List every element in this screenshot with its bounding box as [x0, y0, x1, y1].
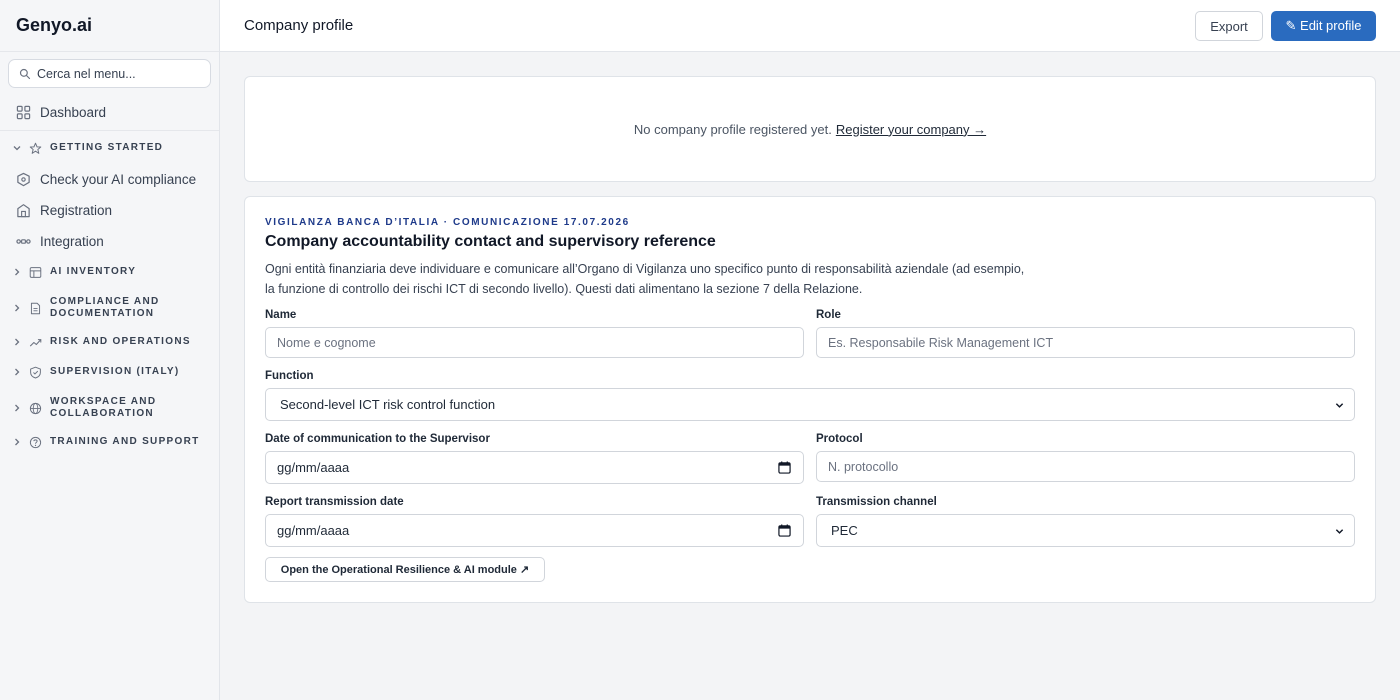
chevron-down-icon — [1335, 403, 1344, 408]
section-label: TRAINING AND SUPPORT — [50, 436, 200, 447]
chevron-down-icon — [1335, 529, 1344, 534]
sidebar-item-dashboard[interactable]: Dashboard — [0, 99, 219, 125]
menu-search[interactable] — [8, 59, 211, 88]
function-label: Function — [265, 370, 314, 382]
name-label: Name — [265, 309, 297, 321]
chevron-right-icon — [15, 404, 20, 412]
sidebar-item-label: Check your AI compliance — [40, 171, 197, 187]
brand-logo[interactable]: Genyo.ai — [0, 0, 219, 52]
transmission-channel-select[interactable]: PEC — [816, 514, 1355, 547]
star-icon — [29, 142, 42, 154]
export-button[interactable]: Export — [1195, 11, 1263, 41]
dashboard-grid-icon — [16, 105, 31, 119]
sidebar-divider — [0, 130, 219, 131]
section-label: SUPERVISION (ITALY) — [50, 366, 180, 377]
integration-link-icon — [16, 238, 31, 244]
chevron-down-icon — [13, 146, 21, 151]
sidebar-item-integration[interactable]: Integration — [0, 228, 219, 254]
sidebar-item-label: Dashboard — [40, 104, 107, 120]
sidebar: Genyo.ai Dashboard GETTING STARTED Check… — [0, 0, 220, 700]
help-icon — [29, 436, 42, 448]
section-supervision-italy[interactable]: SUPERVISION (ITALY) — [0, 365, 219, 379]
card-eyebrow: VIGILANZA BANCA D’ITALIA · COMUNICAZIONE… — [265, 217, 630, 228]
section-label: GETTING STARTED — [50, 142, 164, 153]
register-company-link[interactable]: Register your company → — [836, 122, 986, 137]
section-getting-started[interactable]: GETTING STARTED — [0, 141, 219, 155]
main-content: No company profile registered yet. Regis… — [220, 52, 1400, 700]
search-icon — [19, 68, 31, 79]
edit-profile-button[interactable]: ✎ Edit profile — [1271, 11, 1376, 41]
communication-date-field[interactable]: gg/mm/aaaa — [265, 451, 804, 484]
report-date-field[interactable]: gg/mm/aaaa — [265, 514, 804, 547]
section-risk-operations[interactable]: RISK AND OPERATIONS — [0, 335, 219, 349]
function-select[interactable]: Second-level ICT risk control function — [265, 388, 1355, 421]
sidebar-item-registration[interactable]: Registration — [0, 197, 219, 223]
section-label: WORKSPACE AND COLLABORATION — [50, 396, 157, 419]
section-label: COMPLIANCE AND DOCUMENTATION — [50, 296, 160, 319]
chevron-right-icon — [15, 338, 20, 346]
function-selected-value: Second-level ICT risk control function — [280, 397, 496, 412]
open-resilience-module-button[interactable]: Open the Operational Resilience & AI mod… — [265, 557, 545, 582]
transmission-channel-value: PEC — [831, 523, 858, 538]
chevron-right-icon — [15, 268, 20, 276]
building-icon — [17, 203, 30, 217]
section-workspace-collaboration[interactable]: WORKSPACE AND COLLABORATION — [0, 395, 219, 421]
trend-icon — [29, 338, 42, 347]
section-label: AI INVENTORY — [50, 266, 137, 277]
globe-icon — [29, 402, 42, 414]
accountability-contact-card: VIGILANZA BANCA D’ITALIA · COMUNICAZIONE… — [244, 196, 1376, 603]
calendar-icon[interactable] — [778, 461, 791, 474]
name-field[interactable] — [265, 327, 804, 358]
communication-date-value: gg/mm/aaaa — [277, 460, 350, 475]
card-title: Company accountability contact and super… — [265, 233, 716, 250]
empty-profile-card: No company profile registered yet. Regis… — [244, 76, 1376, 182]
chevron-right-icon — [15, 368, 20, 376]
protocol-label: Protocol — [816, 433, 863, 445]
calendar-icon[interactable] — [778, 524, 791, 537]
document-icon — [30, 302, 41, 314]
section-training-support[interactable]: TRAINING AND SUPPORT — [0, 435, 219, 449]
page-title: Company profile — [244, 17, 354, 34]
card-description: Ogni entità finanziaria deve individuare… — [265, 262, 1025, 296]
sidebar-item-label: Registration — [40, 202, 113, 218]
chevron-right-icon — [15, 304, 20, 312]
transmission-channel-label: Transmission channel — [816, 496, 937, 508]
sidebar-item-check-ai-compliance[interactable]: Check your AI compliance — [0, 166, 219, 192]
role-field[interactable] — [816, 327, 1355, 358]
report-date-value: gg/mm/aaaa — [277, 523, 350, 538]
topbar: Company profile Export ✎ Edit profile — [220, 0, 1400, 52]
shield-check-icon — [17, 172, 30, 186]
table-icon — [29, 266, 42, 278]
chevron-right-icon — [15, 438, 20, 446]
empty-state-text: No company profile registered yet. — [633, 121, 832, 137]
shield-icon — [30, 366, 41, 379]
section-label: RISK AND OPERATIONS — [50, 336, 191, 347]
report-date-label: Report transmission date — [265, 496, 404, 508]
role-label: Role — [816, 309, 841, 321]
communication-date-label: Date of communication to the Supervisor — [265, 433, 490, 445]
protocol-field[interactable] — [816, 451, 1355, 482]
section-compliance-documentation[interactable]: COMPLIANCE AND DOCUMENTATION — [0, 295, 219, 321]
section-ai-inventory[interactable]: AI INVENTORY — [0, 265, 219, 279]
sidebar-item-label: Integration — [40, 233, 104, 249]
menu-search-input[interactable] — [37, 66, 197, 81]
